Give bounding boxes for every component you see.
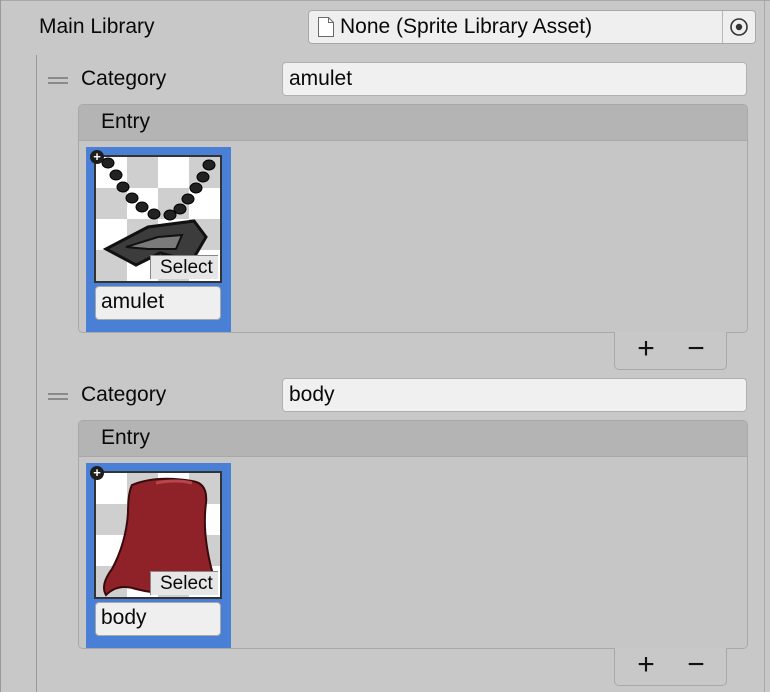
add-badge-icon: + [90, 150, 104, 164]
entry-list-header: Entry [79, 105, 747, 141]
entry-name-value: body [101, 606, 147, 629]
category-label: Category [81, 383, 167, 406]
sprite-thumbnail: Select [94, 471, 222, 599]
main-library-field[interactable]: None (Sprite Library Asset) [308, 10, 756, 44]
entry-list-footer: + − [614, 332, 727, 370]
remove-entry-button[interactable]: − [681, 650, 711, 680]
category-name-field[interactable]: amulet [282, 62, 747, 96]
category-name-field[interactable]: body [282, 378, 747, 412]
sprite-thumbnail: Select [94, 155, 222, 283]
entry-list: Entry Select + body [78, 420, 748, 649]
entry-list-body: Select + amulet [79, 141, 747, 332]
entry-list-footer: + − [614, 648, 727, 686]
entry-item[interactable]: Select + amulet [86, 147, 231, 332]
drag-handle-icon[interactable] [48, 77, 68, 84]
frame-right-border [764, 0, 765, 692]
frame-left-border [0, 0, 1, 692]
entry-name-field[interactable]: body [95, 602, 221, 636]
select-button-label: Select [160, 573, 213, 594]
category-name-value: body [289, 383, 335, 406]
add-badge-icon: + [90, 466, 104, 480]
entry-list-header: Entry [79, 421, 747, 457]
remove-entry-button[interactable]: − [681, 334, 711, 364]
select-button[interactable]: Select [150, 255, 218, 279]
document-icon [317, 16, 335, 43]
category-label: Category [81, 67, 167, 90]
add-entry-button[interactable]: + [631, 650, 661, 680]
object-picker-icon[interactable] [722, 11, 755, 43]
entry-header-label: Entry [101, 426, 151, 449]
entry-item[interactable]: Select + body [86, 463, 231, 648]
frame-top-border [0, 0, 770, 1]
select-button-label: Select [160, 257, 213, 278]
add-entry-button[interactable]: + [631, 334, 661, 364]
drag-handle-icon[interactable] [48, 393, 68, 400]
list-left-border [36, 55, 37, 692]
entry-name-field[interactable]: amulet [95, 286, 221, 320]
main-library-value: None (Sprite Library Asset) [340, 15, 593, 38]
select-button[interactable]: Select [150, 571, 218, 595]
entry-header-label: Entry [101, 110, 151, 133]
entry-name-value: amulet [101, 290, 165, 313]
entry-list-body: Select + body [79, 457, 747, 648]
entry-list: Entry Select + amulet [78, 104, 748, 333]
category-name-value: amulet [289, 67, 353, 90]
main-library-label: Main Library [39, 15, 155, 38]
